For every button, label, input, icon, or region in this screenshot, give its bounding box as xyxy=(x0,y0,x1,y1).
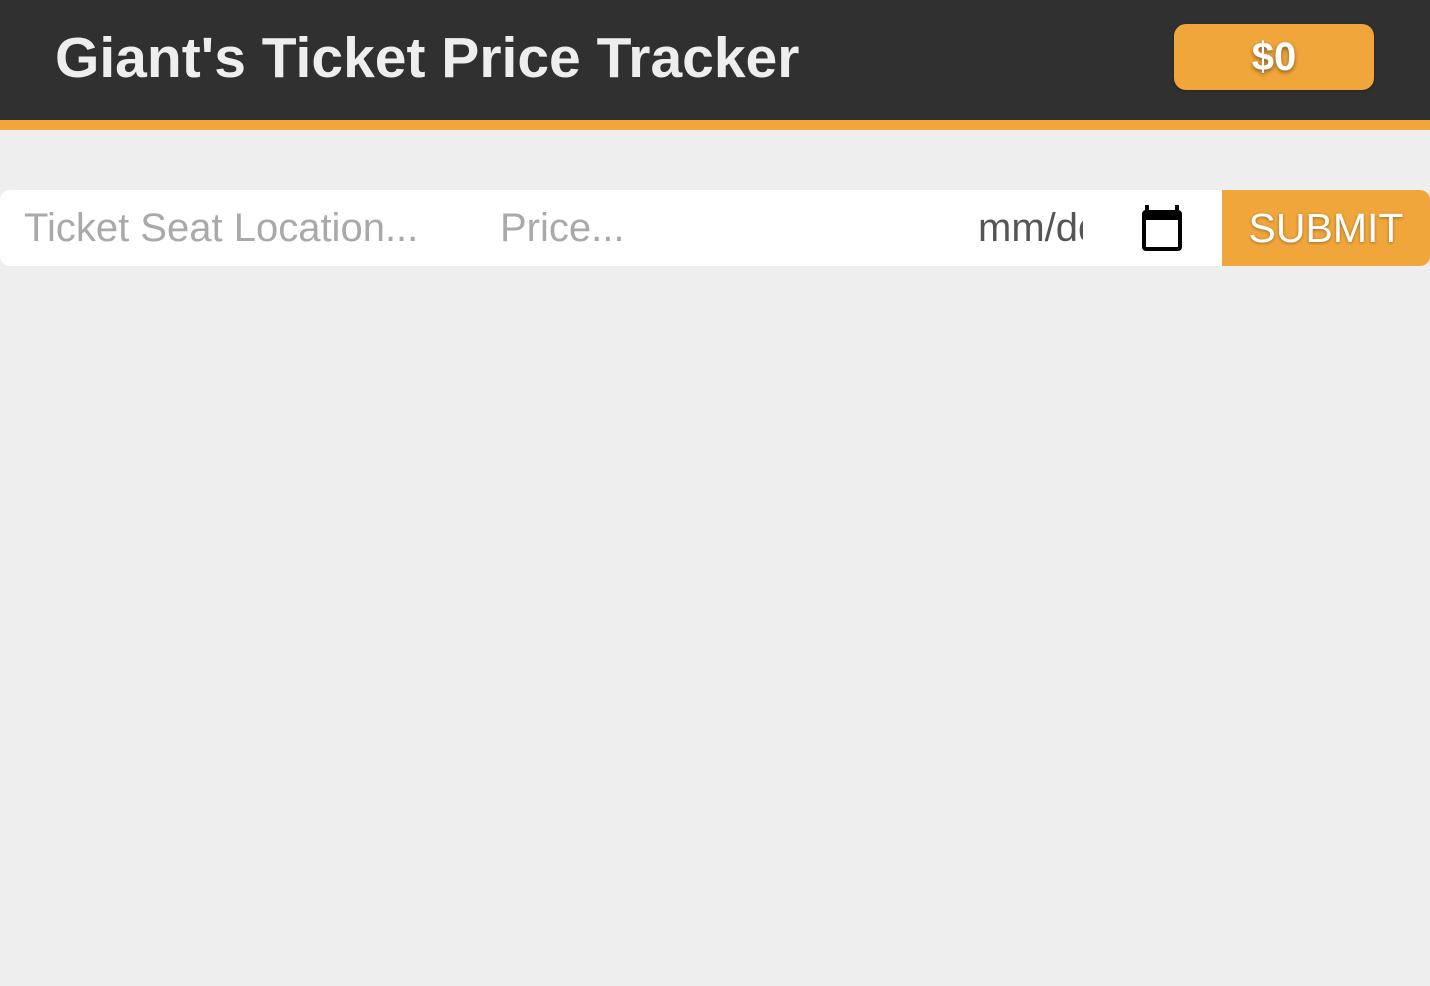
price-input[interactable] xyxy=(500,190,950,266)
date-input-value: mm/dd/yyyy xyxy=(978,205,1083,250)
calendar-icon[interactable] xyxy=(1138,203,1186,255)
total-price-badge: $0 xyxy=(1174,24,1374,90)
seat-location-input[interactable] xyxy=(24,190,474,266)
date-input[interactable]: mm/dd/yyyy xyxy=(978,190,1083,266)
ticket-entry-form: mm/dd/yyyy xyxy=(0,190,1430,266)
page-title: Giant's Ticket Price Tracker xyxy=(55,26,800,90)
app-header: Giant's Ticket Price Tracker $0 xyxy=(0,0,1430,130)
submit-button[interactable]: SUBMIT xyxy=(1222,190,1430,266)
